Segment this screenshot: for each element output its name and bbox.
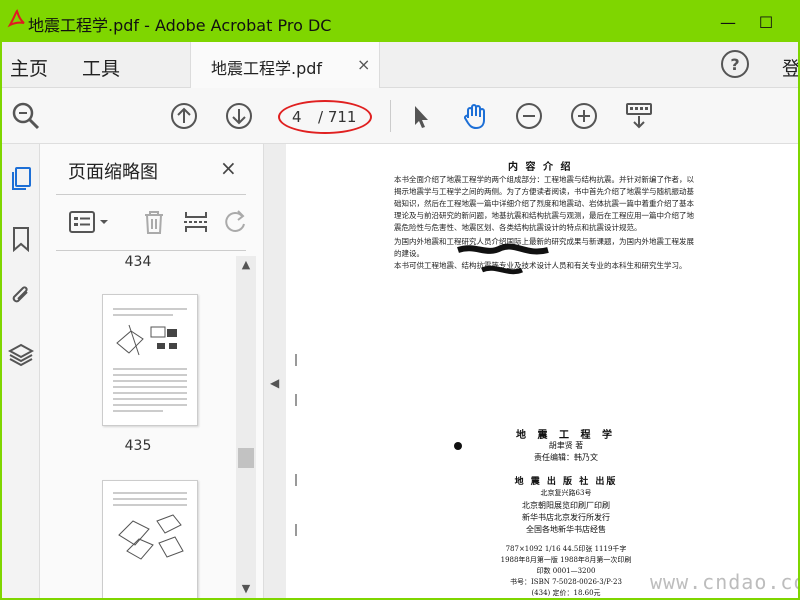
imprint-title: 地 震 工 程 学 [516,430,616,441]
page-thumbnail[interactable] [102,294,198,426]
collapse-left-icon[interactable]: ◀ [270,376,279,390]
imprint-format: 787×1092 1/16 44.5印张 1119千字 [505,545,627,553]
tab-document[interactable]: 地震工程学.pdf × [190,42,380,88]
watermark-text: www.cndao.com [650,570,798,594]
thumbnail-label: 434 [124,254,152,270]
tab-tools[interactable]: 工具 [82,54,120,81]
minimize-button[interactable]: — [716,10,740,34]
scroll-down-icon[interactable]: ▼ [236,582,256,598]
maximize-button[interactable]: ☐ [754,10,778,34]
search-zoom-icon[interactable] [10,100,42,132]
hand-tool-icon[interactable] [459,100,491,132]
tab-bar: 主页 工具 地震工程学.pdf × ? 登 [2,42,798,88]
window-title: 地震工程学.pdf - Adobe Acrobat Pro DC [28,16,332,35]
zoom-out-icon[interactable] [513,100,545,132]
bookmark-icon[interactable] [8,226,34,252]
left-nav-rail [2,144,40,598]
page-down-icon[interactable] [223,100,255,132]
thumbnail-panel: 页面缩略图 × 434 435 ▲ ▼ [40,144,264,598]
panel-close-icon[interactable]: × [220,156,237,180]
page-thumbnail[interactable] [102,480,198,598]
delete-page-icon[interactable] [138,206,170,238]
thumbnail-scrollbar[interactable]: ▲ ▼ [236,256,256,598]
panel-toolbar [40,198,264,248]
thumbnail-label: 435 [124,438,152,454]
document-view[interactable]: 内 容 介 绍 本书全面介绍了地震工程学的两个组成部分：工程地震与结构抗震。并针… [286,144,798,598]
keyboard-icon[interactable] [623,100,655,132]
help-icon[interactable]: ? [721,50,749,78]
thumbnail-options-icon[interactable] [68,206,112,238]
panel-divider [56,194,246,195]
page-up-icon[interactable] [168,100,200,132]
attachment-icon[interactable] [8,282,34,308]
tab-document-label: 地震工程学.pdf [211,59,323,78]
toolbar-divider [390,100,391,132]
panel-collapse-handle[interactable]: ◀ [264,144,286,598]
layers-icon[interactable] [8,342,34,368]
imprint-editor: 责任编辑：韩乃文 [534,453,598,462]
rotate-page-icon[interactable] [220,206,252,238]
thumbnail-list: 434 435 [40,252,236,598]
title-bar: 地震工程学.pdf - Adobe Acrobat Pro DC — ☐ [2,2,798,42]
panel-divider [56,250,246,251]
red-annotation-circle [278,100,372,134]
extract-page-icon[interactable] [180,206,212,238]
imprint-printer: 北京朝阳展览印刷厂印刷 [522,501,610,510]
select-arrow-icon[interactable] [404,100,436,132]
login-link[interactable]: 登 [782,54,798,81]
main-toolbar: 4 / 711 [2,88,798,144]
zoom-in-icon[interactable] [568,100,600,132]
page-thumbnails-icon[interactable] [8,166,34,192]
scrollbar-thumb[interactable] [238,448,254,468]
app-window: 地震工程学.pdf - Adobe Acrobat Pro DC — ☐ 主页 … [0,0,800,600]
imprint-distributor: 新华书店北京发行所发行 [522,513,610,522]
panel-title: 页面缩略图 [68,162,158,183]
tab-home[interactable]: 主页 [10,54,48,81]
imprint-author: 胡聿贤 著 [548,441,584,450]
imprint-address: 北京复兴路63号 [540,489,592,497]
imprint-edition: 1988年8月第一版 1988年8月第一次印刷 [500,556,632,564]
imprint-publisher: 地 震 出 版 社 出版 [514,477,618,487]
scroll-up-icon[interactable]: ▲ [236,258,256,276]
imprint-sellers: 全国各地新华书店经售 [526,525,606,534]
tab-close-icon[interactable]: × [357,55,370,74]
